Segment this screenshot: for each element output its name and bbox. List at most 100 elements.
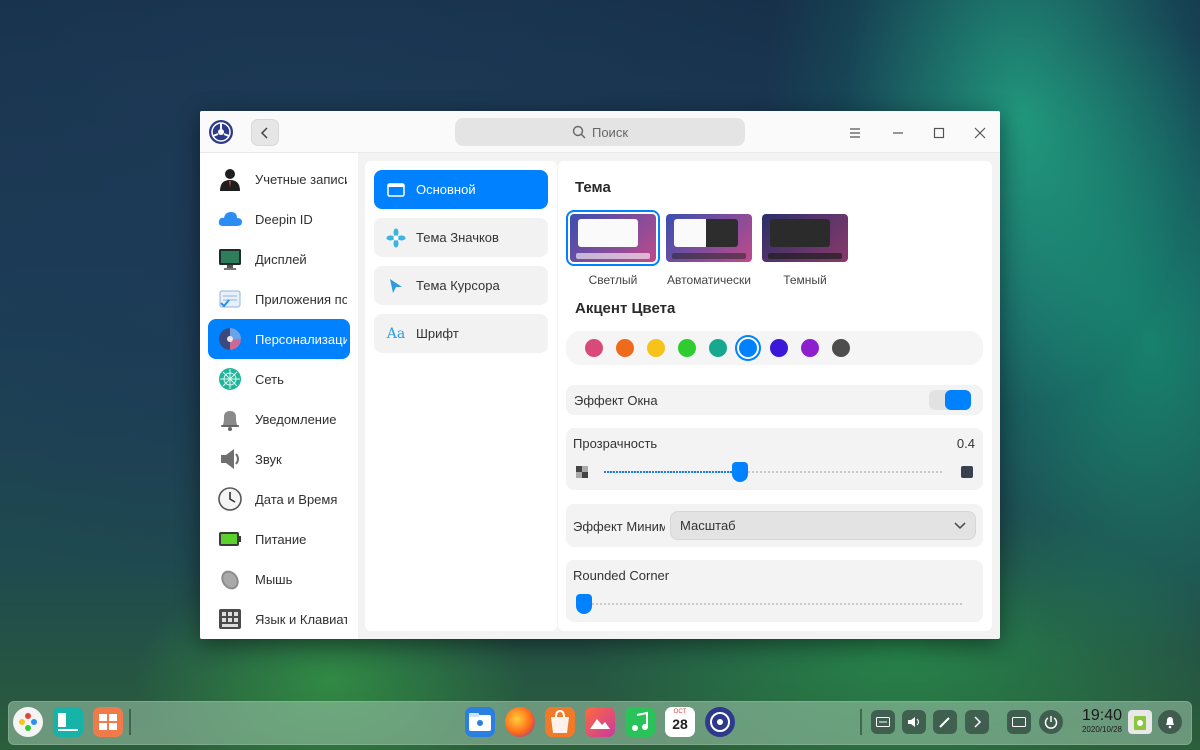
- control-center-icon[interactable]: [705, 707, 735, 737]
- sidebar-item-personalization[interactable]: Персонализация: [208, 319, 350, 359]
- launcher-glyph-icon: [19, 713, 37, 731]
- subnav-panel: Основной Тема Значков Тема Курсора Aa Шр…: [365, 161, 557, 631]
- sidebar-item-keyboard[interactable]: Язык и Клавиатура: [208, 599, 350, 639]
- close-icon: [974, 127, 986, 139]
- sidebar-item-sound[interactable]: Звук: [208, 439, 350, 479]
- expand-tray-button[interactable]: [965, 710, 989, 734]
- sidebar-item-accounts[interactable]: Учетные записи: [208, 159, 350, 199]
- onboard-tray-icon[interactable]: [1007, 710, 1031, 734]
- search-icon: [572, 125, 586, 139]
- control-center-window: Поиск Учетные записи Deepin ID Дисплей П…: [200, 111, 1000, 639]
- launcher-icon[interactable]: [13, 707, 43, 737]
- screenshot-tray-icon[interactable]: [933, 710, 957, 734]
- close-button[interactable]: [967, 120, 993, 146]
- transparency-slider-handle[interactable]: [732, 462, 748, 482]
- sidebar-item-label: Персонализация: [255, 331, 347, 347]
- folder-icon: [469, 713, 491, 731]
- keyboard-tray-icon[interactable]: [871, 710, 895, 734]
- calendar-icon[interactable]: OCT 28: [665, 707, 695, 737]
- sidebar-item-notification[interactable]: Уведомление: [208, 399, 350, 439]
- multitask-icon[interactable]: [53, 707, 83, 737]
- theme-option-dark[interactable]: Темный: [757, 214, 853, 287]
- accent-color-swatch[interactable]: [832, 339, 850, 357]
- accent-color-swatch[interactable]: [647, 339, 665, 357]
- clock-icon: [218, 487, 242, 511]
- multitask-glyph-icon: [58, 713, 78, 731]
- font-icon: Aa: [386, 325, 406, 342]
- window-effect-row: Эффект Окна: [566, 385, 983, 415]
- clock-date: 2020/10/28: [1081, 725, 1123, 734]
- subnav-label: Тема Курсора: [416, 278, 500, 293]
- search-placeholder: Поиск: [591, 124, 629, 140]
- accent-color-swatch[interactable]: [585, 339, 603, 357]
- search-input[interactable]: Поиск: [455, 118, 745, 146]
- window-effect-toggle[interactable]: [929, 390, 971, 410]
- subnav-cursor-theme[interactable]: Тема Курсора: [374, 266, 548, 305]
- clock[interactable]: 19:40 2020/10/28: [1072, 707, 1132, 735]
- transparency-high-icon: [961, 466, 973, 478]
- sidebar-item-deepin-id[interactable]: Deepin ID: [208, 199, 350, 239]
- minimize-effect-row: Эффект Минимизации Масштаб: [566, 504, 983, 547]
- file-manager-icon[interactable]: [465, 707, 495, 737]
- battery-icon: [219, 532, 241, 546]
- shopping-bag-icon: [551, 709, 569, 733]
- theme-option-light[interactable]: Светлый: [565, 210, 661, 287]
- accent-color-swatch[interactable]: [801, 339, 819, 357]
- window-icon: [387, 182, 405, 197]
- dock: OCT 28 19:40 2020/10/28: [8, 701, 1192, 745]
- rounded-corner-slider-handle[interactable]: [576, 594, 592, 614]
- sidebar-item-label: Дата и Время: [255, 491, 338, 507]
- subnav-general[interactable]: Основной: [374, 170, 548, 209]
- accent-color-swatch[interactable]: [678, 339, 696, 357]
- power-button[interactable]: [1039, 710, 1063, 734]
- app-store-icon[interactable]: [93, 707, 123, 737]
- clock-time: 19:40: [1081, 707, 1123, 724]
- sidebar-item-datetime[interactable]: Дата и Время: [208, 479, 350, 519]
- minimize-effect-dropdown[interactable]: Масштаб: [670, 511, 976, 540]
- sidebar-item-label: Язык и Клавиатура: [255, 611, 347, 627]
- sidebar-item-power[interactable]: Питание: [208, 519, 350, 559]
- sidebar-item-label: Звук: [255, 451, 282, 467]
- deepin-store-icon[interactable]: [545, 707, 575, 737]
- accent-color-swatch[interactable]: [709, 339, 727, 357]
- recycle-icon: [1134, 716, 1146, 730]
- chevron-left-icon: [260, 126, 268, 139]
- trash-icon[interactable]: [1128, 710, 1152, 734]
- grid-icon: [99, 714, 117, 730]
- theme-section-title: Тема: [575, 179, 611, 196]
- dropdown-value: Масштаб: [680, 518, 736, 533]
- rounded-corner-row: Rounded Corner: [566, 560, 983, 622]
- accent-color-swatch[interactable]: [770, 339, 788, 357]
- subnav-font[interactable]: Aa Шрифт: [374, 314, 548, 353]
- sidebar-item-display[interactable]: Дисплей: [208, 239, 350, 279]
- maximize-button[interactable]: [926, 120, 952, 146]
- sidebar-item-mouse[interactable]: Мышь: [208, 559, 350, 599]
- back-button[interactable]: [251, 119, 279, 146]
- minimize-effect-label: Эффект Минимизации: [573, 519, 665, 534]
- firefox-icon[interactable]: [505, 707, 535, 737]
- theme-option-auto[interactable]: Автоматически: [661, 214, 757, 287]
- subnav-icon-theme[interactable]: Тема Значков: [374, 218, 548, 257]
- music-note-icon: [632, 711, 648, 731]
- transparency-value: 0.4: [956, 436, 975, 451]
- titlebar: Поиск: [200, 111, 1000, 153]
- image-viewer-icon[interactable]: [585, 707, 615, 737]
- accent-color-swatch[interactable]: [739, 339, 757, 357]
- theme-preview-dark: [762, 214, 848, 262]
- mouse-icon: [221, 570, 239, 590]
- cursor-icon: [390, 278, 402, 293]
- sidebar-item-network[interactable]: Сеть: [208, 359, 350, 399]
- flower-icon: [386, 228, 406, 247]
- pen-icon: [939, 717, 950, 728]
- music-icon[interactable]: [625, 707, 655, 737]
- subnav-label: Основной: [416, 182, 476, 197]
- sidebar-item-default-apps[interactable]: Приложения по умолчанию: [208, 279, 350, 319]
- accent-color-swatch[interactable]: [616, 339, 634, 357]
- theme-label: Светлый: [588, 273, 638, 287]
- rounded-corner-slider-track[interactable]: [584, 603, 964, 605]
- minimize-button[interactable]: [885, 120, 911, 146]
- menu-button[interactable]: [842, 120, 868, 146]
- notification-center-button[interactable]: [1158, 710, 1182, 734]
- volume-tray-icon[interactable]: [902, 710, 926, 734]
- transparency-row: Прозрачность 0.4: [566, 428, 983, 490]
